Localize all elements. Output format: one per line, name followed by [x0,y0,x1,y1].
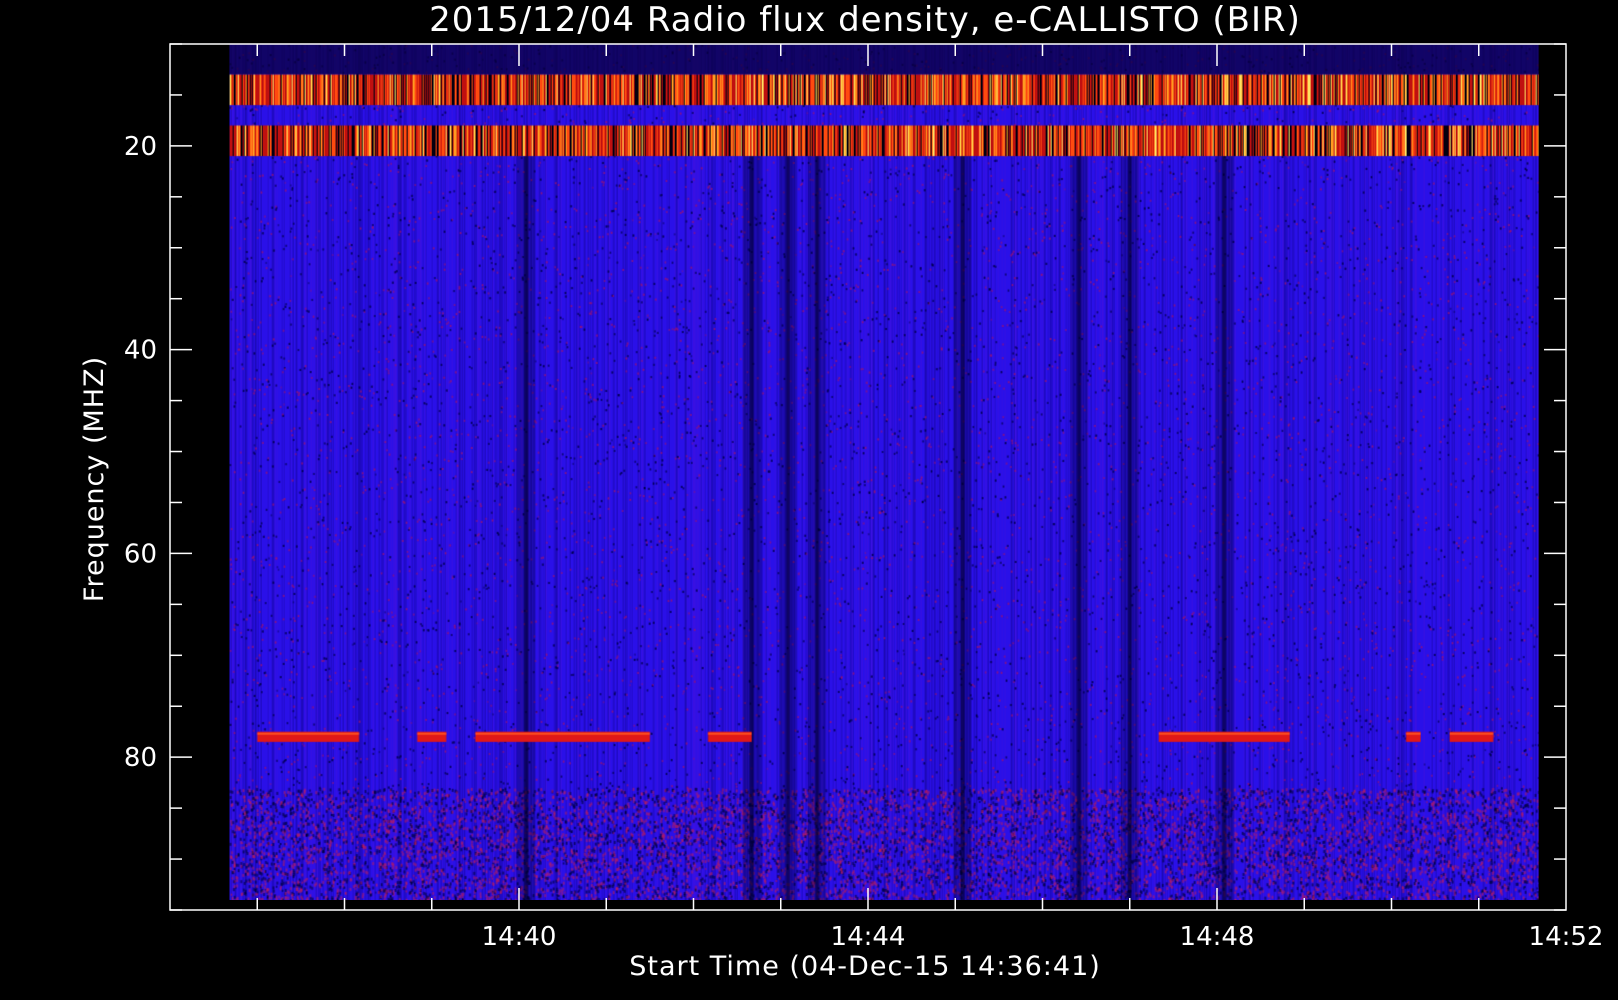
spectrogram-chart: 2015/12/04 Radio flux density, e-CALLIST… [0,0,1618,1000]
chart-title: 2015/12/04 Radio flux density, e-CALLIST… [429,0,1301,40]
x-tick-label: 14:52 [1529,922,1604,952]
x-tick-label: 14:48 [1180,922,1255,952]
spectrogram-image [229,44,1539,900]
x-tick-label: 14:40 [482,922,557,952]
y-tick-label: 40 [124,336,157,366]
spectrogram-plot [229,44,1539,900]
y-tick-label: 80 [124,743,157,773]
x-tick-label: 14:44 [831,922,906,952]
x-axis-label: Start Time (04-Dec-15 14:36:41) [629,951,1101,982]
y-tick-label: 20 [124,132,157,162]
y-tick-label: 60 [124,539,157,569]
y-axis-label: Frequency (MHZ) [79,356,110,602]
